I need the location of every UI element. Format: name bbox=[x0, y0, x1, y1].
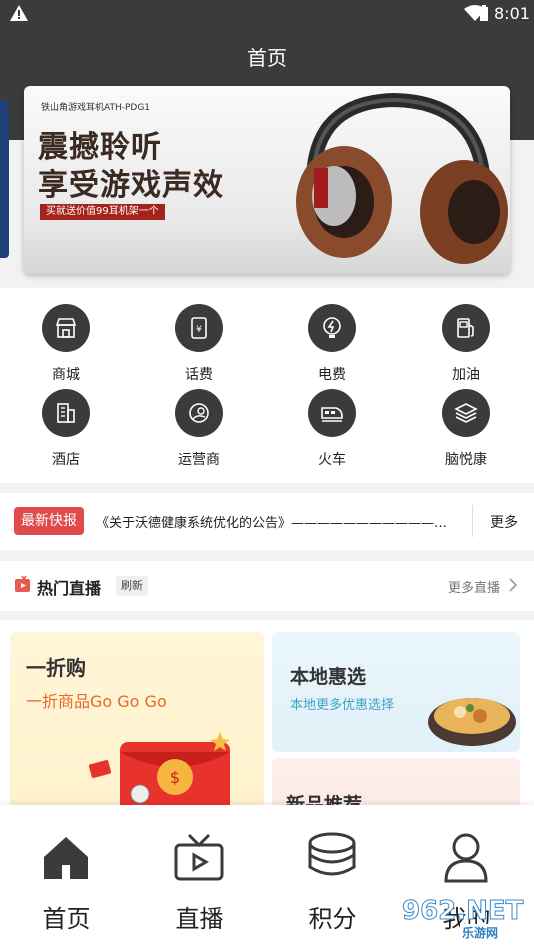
service-label: 商城 bbox=[52, 367, 80, 383]
news-headline[interactable]: 《关于沃德健康系统优化的公告》——————————————... bbox=[96, 512, 448, 531]
news-tag: 最新快报 bbox=[14, 507, 84, 535]
card-local-subtitle: 本地更多优惠选择 bbox=[290, 698, 395, 713]
nav-label: 首页 bbox=[42, 905, 91, 933]
person-icon bbox=[444, 833, 488, 883]
train-icon bbox=[321, 407, 343, 422]
service-fuel[interactable]: 加油 bbox=[416, 304, 516, 384]
hotel-icon bbox=[57, 403, 75, 423]
hot-live-header: 热门直播 刷新 更多直播 bbox=[0, 561, 534, 611]
svg-text:$: $ bbox=[170, 768, 180, 787]
top-bar: 8:01 首页 bbox=[0, 0, 534, 100]
refresh-button[interactable]: 刷新 bbox=[116, 576, 148, 596]
service-brain-health[interactable]: 脑悦康 bbox=[416, 389, 516, 469]
nav-label: 积分 bbox=[308, 905, 357, 933]
app-screen: 8:01 首页 铁山角游戏耳机ATH-PDG1 震撼聆听 享受游戏声效 买就送价… bbox=[0, 0, 534, 949]
svg-text:¥: ¥ bbox=[196, 325, 202, 335]
banner-slogan-2: 享受游戏声效 bbox=[38, 168, 224, 203]
warning-icon bbox=[10, 5, 28, 21]
divider bbox=[472, 505, 473, 537]
nav-label: 直播 bbox=[175, 905, 224, 933]
banner-model: 铁山角游戏耳机ATH-PDG1 bbox=[41, 103, 151, 113]
page-title: 首页 bbox=[247, 46, 287, 70]
promo-cards: 一折购 一折商品Go Go Go $ 本地惠选 本地更多优惠选择 bbox=[0, 620, 534, 818]
service-label: 加油 bbox=[452, 367, 480, 383]
home-icon bbox=[44, 837, 88, 879]
service-label: 运营商 bbox=[178, 452, 220, 468]
card-discount-subtitle: 一折商品Go Go Go bbox=[26, 692, 167, 711]
carrier-icon bbox=[189, 403, 209, 423]
red-envelope-image: $ bbox=[88, 732, 230, 808]
battery-icon bbox=[480, 5, 488, 21]
headphones-image bbox=[296, 92, 508, 264]
service-hotel[interactable]: 酒店 bbox=[16, 389, 116, 469]
banner-area: 铁山角游戏耳机ATH-PDG1 震撼聆听 享受游戏声效 买就送价值99耳机架一个 bbox=[0, 86, 534, 288]
store-icon bbox=[55, 318, 77, 338]
banner-promo: 买就送价值99耳机架一个 bbox=[40, 204, 165, 220]
live-icon bbox=[15, 575, 30, 592]
watermark-sub: 乐游网 bbox=[460, 924, 501, 941]
card-local-deals[interactable]: 本地惠选 本地更多优惠选择 bbox=[272, 632, 520, 752]
nav-home[interactable]: 首页 bbox=[0, 805, 133, 949]
card-discount[interactable]: 一折购 一折商品Go Go Go $ bbox=[10, 632, 264, 808]
card-local-title: 本地惠选 bbox=[290, 666, 367, 688]
banner-headphones[interactable]: 铁山角游戏耳机ATH-PDG1 震撼聆听 享受游戏声效 买就送价值99耳机架一个 bbox=[24, 86, 510, 274]
news-more-link[interactable]: 更多 bbox=[490, 512, 518, 532]
service-label: 电费 bbox=[318, 367, 346, 383]
status-bar: 8:01 bbox=[0, 0, 534, 28]
service-label: 火车 bbox=[318, 452, 346, 468]
phone-bill-icon: ¥ bbox=[191, 317, 207, 339]
more-live-link[interactable]: 更多直播 bbox=[448, 577, 500, 596]
tv-icon bbox=[174, 833, 224, 881]
status-time: 8:01 bbox=[494, 4, 530, 23]
service-label: 脑悦康 bbox=[445, 452, 487, 468]
fuel-icon bbox=[457, 318, 474, 338]
nav-live[interactable]: 直播 bbox=[133, 805, 266, 949]
service-train[interactable]: 火车 bbox=[282, 389, 382, 469]
service-label: 酒店 bbox=[52, 452, 80, 468]
nav-points[interactable]: 积分 bbox=[266, 805, 399, 949]
service-grid: 商城 ¥ 话费 电费 加油 酒店 运营商 火车 脑悦康 bbox=[0, 288, 534, 483]
news-ticker: 最新快报 《关于沃德健康系统优化的公告》——————————————... 更多 bbox=[0, 493, 534, 550]
live-title: 热门直播 bbox=[37, 579, 102, 598]
service-label: 话费 bbox=[185, 367, 213, 383]
watermark-main: 962.NET bbox=[401, 896, 524, 927]
coins-icon bbox=[308, 832, 356, 876]
service-store[interactable]: 商城 bbox=[16, 304, 116, 384]
layers-icon bbox=[454, 403, 478, 423]
watermark-logo: 962.NET 乐游网 bbox=[396, 896, 528, 942]
service-phone-bill[interactable]: ¥ 话费 bbox=[149, 304, 249, 384]
card-discount-title: 一折购 bbox=[26, 656, 86, 680]
chevron-right-icon bbox=[509, 578, 518, 592]
electricity-icon bbox=[323, 317, 341, 338]
hotpot-image bbox=[428, 698, 516, 746]
service-carrier[interactable]: 运营商 bbox=[149, 389, 249, 469]
service-electricity[interactable]: 电费 bbox=[282, 304, 382, 384]
banner-prev-card[interactable] bbox=[0, 100, 9, 258]
